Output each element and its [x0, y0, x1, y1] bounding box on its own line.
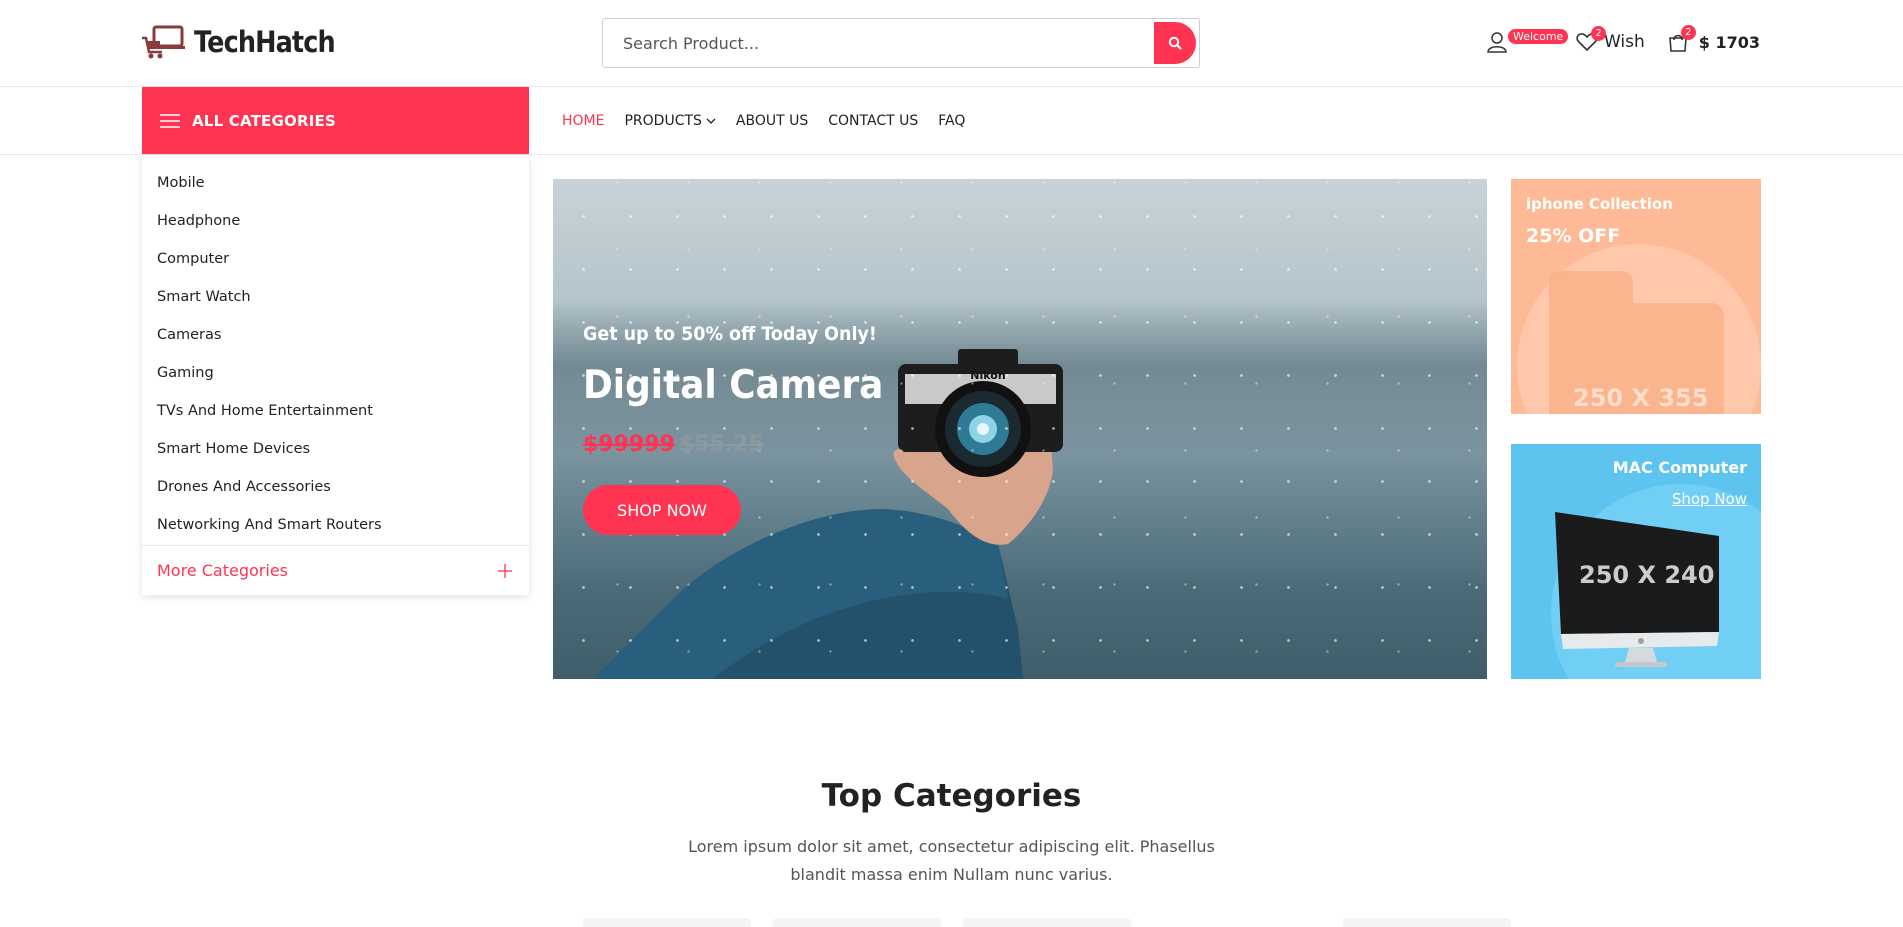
cart-total: $ 1703 — [1698, 32, 1761, 52]
top-categories-cards — [0, 918, 1903, 927]
category-item-smart-home[interactable]: Smart Home Devices — [142, 430, 529, 468]
category-item-networking[interactable]: Networking And Smart Routers — [142, 506, 529, 544]
mac-banner-title: MAC Computer — [1612, 458, 1747, 477]
mac-banner-placeholder-size: 250 X 240 — [1579, 561, 1715, 589]
iphone-banner-title: iphone Collection — [1526, 195, 1673, 213]
cart-button[interactable]: 2 $ 1703 — [1667, 25, 1761, 53]
laptop-cart-logo-icon — [142, 24, 186, 60]
category-item-gaming[interactable]: Gaming — [142, 354, 529, 392]
category-item-drones[interactable]: Drones And Accessories — [142, 468, 529, 506]
category-card[interactable] — [583, 918, 751, 927]
nav-products[interactable]: PRODUCTS — [624, 112, 716, 129]
all-categories-button[interactable]: ALL CATEGORIES — [142, 87, 529, 154]
phone-placeholder-image — [1549, 271, 1724, 414]
nav-links: HOME PRODUCTS ABOUT US CONTACT US FAQ — [562, 87, 965, 154]
hero-price-old: $55.25 — [678, 432, 764, 457]
wish-count-badge: 2 — [1591, 26, 1606, 41]
hero-snow-overlay — [553, 179, 1487, 679]
nav-contact[interactable]: CONTACT US — [828, 113, 918, 129]
user-icon — [1487, 32, 1507, 53]
category-item-cameras[interactable]: Cameras — [142, 316, 529, 354]
top-categories-title: Top Categories — [821, 778, 1082, 814]
search-icon — [1168, 36, 1182, 50]
category-card[interactable] — [1343, 918, 1511, 927]
category-card[interactable] — [773, 918, 941, 927]
category-item-smart-watch[interactable]: Smart Watch — [142, 278, 529, 316]
hero-price: $99999 $55.25 — [583, 432, 764, 457]
nav-home[interactable]: HOME — [562, 113, 604, 129]
hero-title: Digital Camera — [583, 363, 884, 408]
search-button[interactable] — [1154, 22, 1196, 64]
cart-count-badge: 2 — [1680, 25, 1696, 40]
brand-name: TechHatch — [194, 25, 336, 59]
wish-button[interactable]: 2 Wish — [1576, 26, 1645, 52]
category-item-tvs[interactable]: TVs And Home Entertainment — [142, 392, 529, 430]
logo[interactable]: TechHatch — [142, 24, 354, 60]
search-input[interactable] — [603, 19, 1154, 67]
wish-label: Wish — [1604, 32, 1645, 52]
site-header: TechHatch Welcome 2 Wish — [0, 0, 1903, 87]
category-list: Mobile Headphone Computer Smart Watch Ca… — [142, 155, 529, 544]
category-item-mobile[interactable]: Mobile — [142, 164, 529, 202]
hamburger-menu-icon — [160, 113, 180, 128]
nav-products-label: PRODUCTS — [624, 112, 702, 129]
iphone-banner-discount: 25% OFF — [1526, 225, 1621, 247]
nav-about[interactable]: ABOUT US — [736, 113, 808, 129]
header-actions: Welcome 2 Wish 2 $ 1703 — [1486, 24, 1760, 60]
more-categories-button[interactable]: More Categories — [142, 545, 529, 595]
search-bar — [602, 18, 1200, 68]
welcome-badge: Welcome — [1508, 29, 1569, 44]
account-button[interactable]: Welcome — [1486, 29, 1569, 53]
nav-faq[interactable]: FAQ — [938, 113, 965, 129]
iphone-banner-placeholder-size: 250 X 355 — [1573, 384, 1709, 412]
hero-price-new: $99999 — [583, 432, 675, 457]
hero-slider: Nikon Get up to 50% off Today Only! Digi… — [553, 179, 1487, 679]
mac-shop-now-link[interactable]: Shop Now — [1672, 490, 1747, 508]
iphone-collection-banner[interactable]: iphone Collection 25% OFF 250 X 355 — [1511, 179, 1761, 414]
all-categories-label: ALL CATEGORIES — [192, 111, 336, 130]
chevron-down-icon — [706, 118, 716, 124]
category-menu: Mobile Headphone Computer Smart Watch Ca… — [142, 155, 529, 595]
main-nav: ALL CATEGORIES HOME PRODUCTS ABOUT US CO… — [0, 87, 1903, 155]
top-categories-description: Lorem ipsum dolor sit amet, consectetur … — [688, 837, 1215, 884]
category-card[interactable] — [963, 918, 1131, 927]
category-item-headphone[interactable]: Headphone — [142, 202, 529, 240]
plus-icon — [498, 563, 512, 578]
hero-subtitle: Get up to 50% off Today Only! — [583, 323, 877, 345]
shop-now-button[interactable]: SHOP NOW — [583, 485, 741, 535]
mac-computer-banner[interactable]: MAC Computer Shop Now 250 X 240 — [1511, 444, 1761, 679]
more-categories-label: More Categories — [157, 561, 288, 580]
category-item-computer[interactable]: Computer — [142, 240, 529, 278]
